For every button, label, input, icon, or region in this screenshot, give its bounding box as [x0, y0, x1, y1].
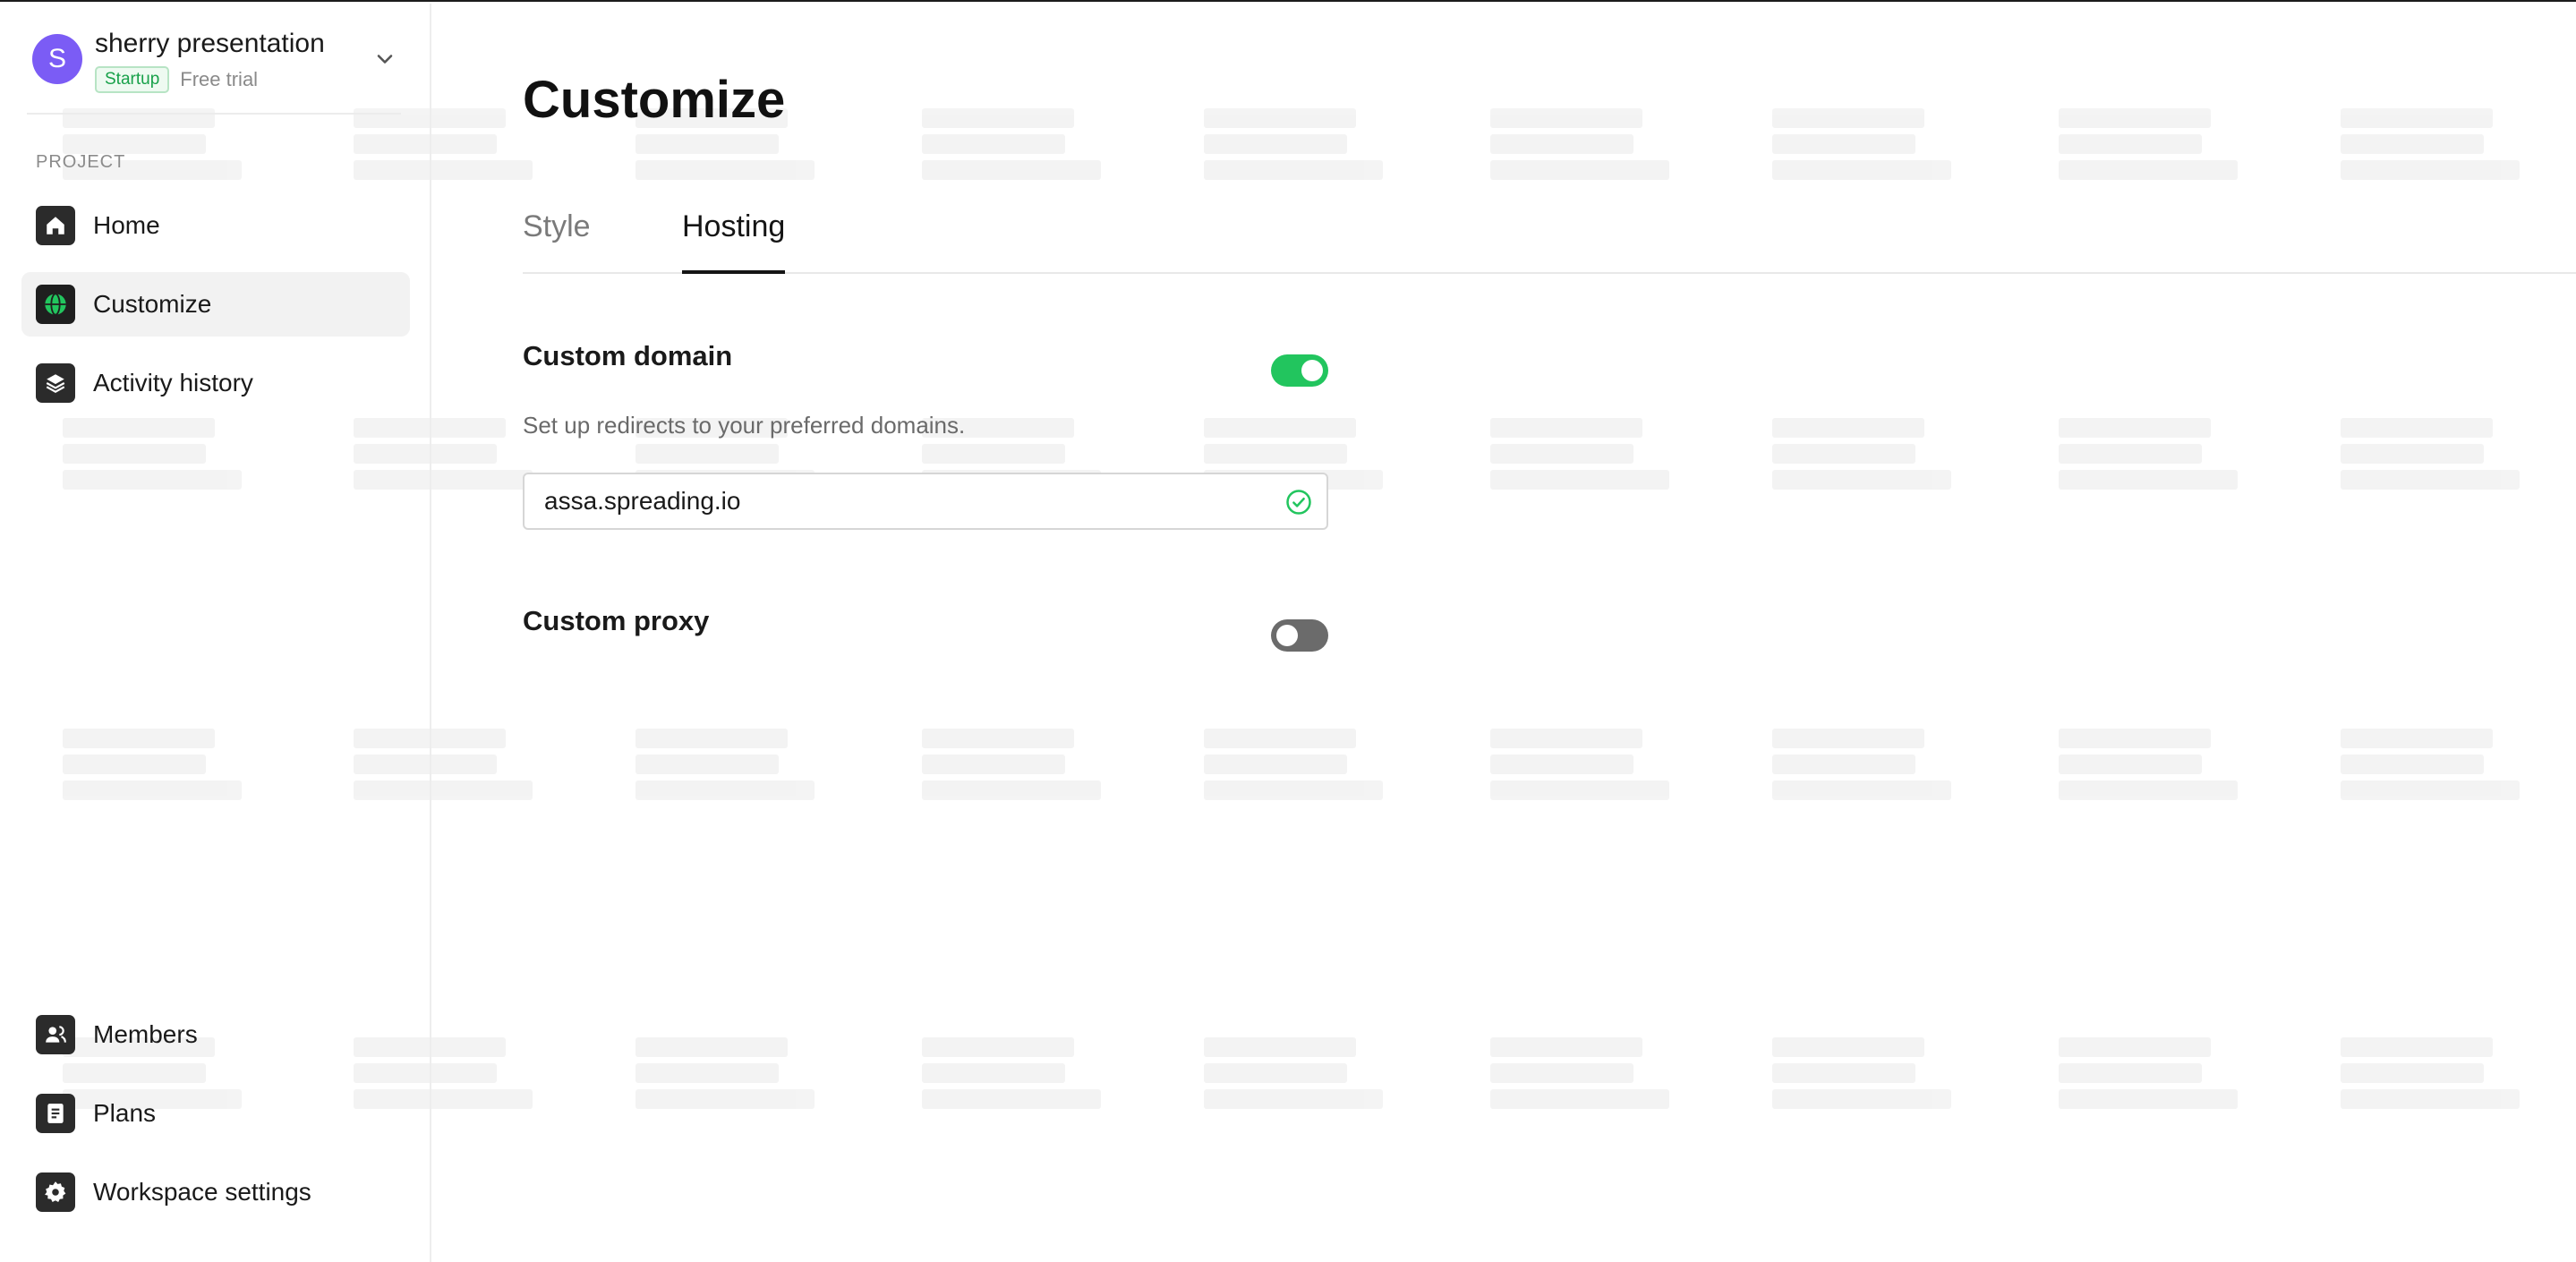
check-circle-icon: [1286, 490, 1311, 515]
members-icon: [36, 1015, 75, 1054]
plan-badge: Startup: [95, 66, 170, 93]
home-icon: [36, 206, 75, 245]
sidebar-item-workspace-settings[interactable]: Workspace settings: [21, 1160, 410, 1224]
sidebar-item-activity-history[interactable]: Activity history: [21, 351, 410, 415]
chevron-down-icon[interactable]: [372, 47, 397, 72]
app-window: S sherry presentation Startup Free trial…: [0, 0, 2576, 1262]
sidebar-item-home[interactable]: Home: [21, 193, 410, 258]
sidebar-item-label: Home: [93, 211, 160, 239]
document-icon: [36, 1094, 75, 1133]
custom-domain-description: Set up redirects to your preferred domai…: [523, 412, 966, 439]
sidebar-item-plans[interactable]: Plans: [21, 1081, 410, 1146]
globe-icon: [36, 285, 75, 324]
page-title: Customize: [523, 71, 786, 129]
sidebar-item-members[interactable]: Members: [21, 1002, 410, 1067]
sidebar-divider: [27, 113, 401, 115]
sidebar-item-label: Customize: [93, 290, 212, 318]
toggle-knob: [1276, 625, 1298, 646]
workspace-meta: Startup Free trial: [95, 66, 258, 93]
custom-domain-title: Custom domain: [523, 340, 733, 371]
sidebar-section-label: PROJECT: [36, 152, 126, 172]
sidebar: S sherry presentation Startup Free trial…: [0, 4, 431, 1262]
tab-bar: Style Hosting: [523, 206, 2576, 274]
main-content: Customize Style Hosting Custom domain Se…: [433, 4, 2576, 1262]
gear-icon: [36, 1172, 75, 1212]
custom-proxy-toggle[interactable]: [1271, 619, 1328, 652]
tab-hosting[interactable]: Hosting: [682, 209, 786, 274]
sidebar-item-label: Plans: [93, 1099, 157, 1127]
custom-domain-field: [523, 473, 1328, 530]
sidebar-item-label: Members: [93, 1020, 198, 1048]
trial-label: Free trial: [180, 68, 259, 90]
sidebar-item-customize[interactable]: Customize: [21, 272, 410, 337]
avatar: S: [32, 34, 82, 84]
custom-domain-input[interactable]: [544, 483, 1260, 519]
sidebar-item-label: Workspace settings: [93, 1178, 311, 1206]
custom-domain-toggle[interactable]: [1271, 354, 1328, 387]
custom-proxy-title: Custom proxy: [523, 605, 710, 636]
tab-style[interactable]: Style: [523, 209, 591, 274]
layers-icon: [36, 363, 75, 403]
sidebar-item-label: Activity history: [93, 369, 253, 397]
workspace-name: sherry presentation: [95, 29, 325, 58]
workspace-switcher[interactable]: S sherry presentation Startup Free trial: [21, 21, 403, 111]
toggle-knob: [1301, 360, 1323, 381]
